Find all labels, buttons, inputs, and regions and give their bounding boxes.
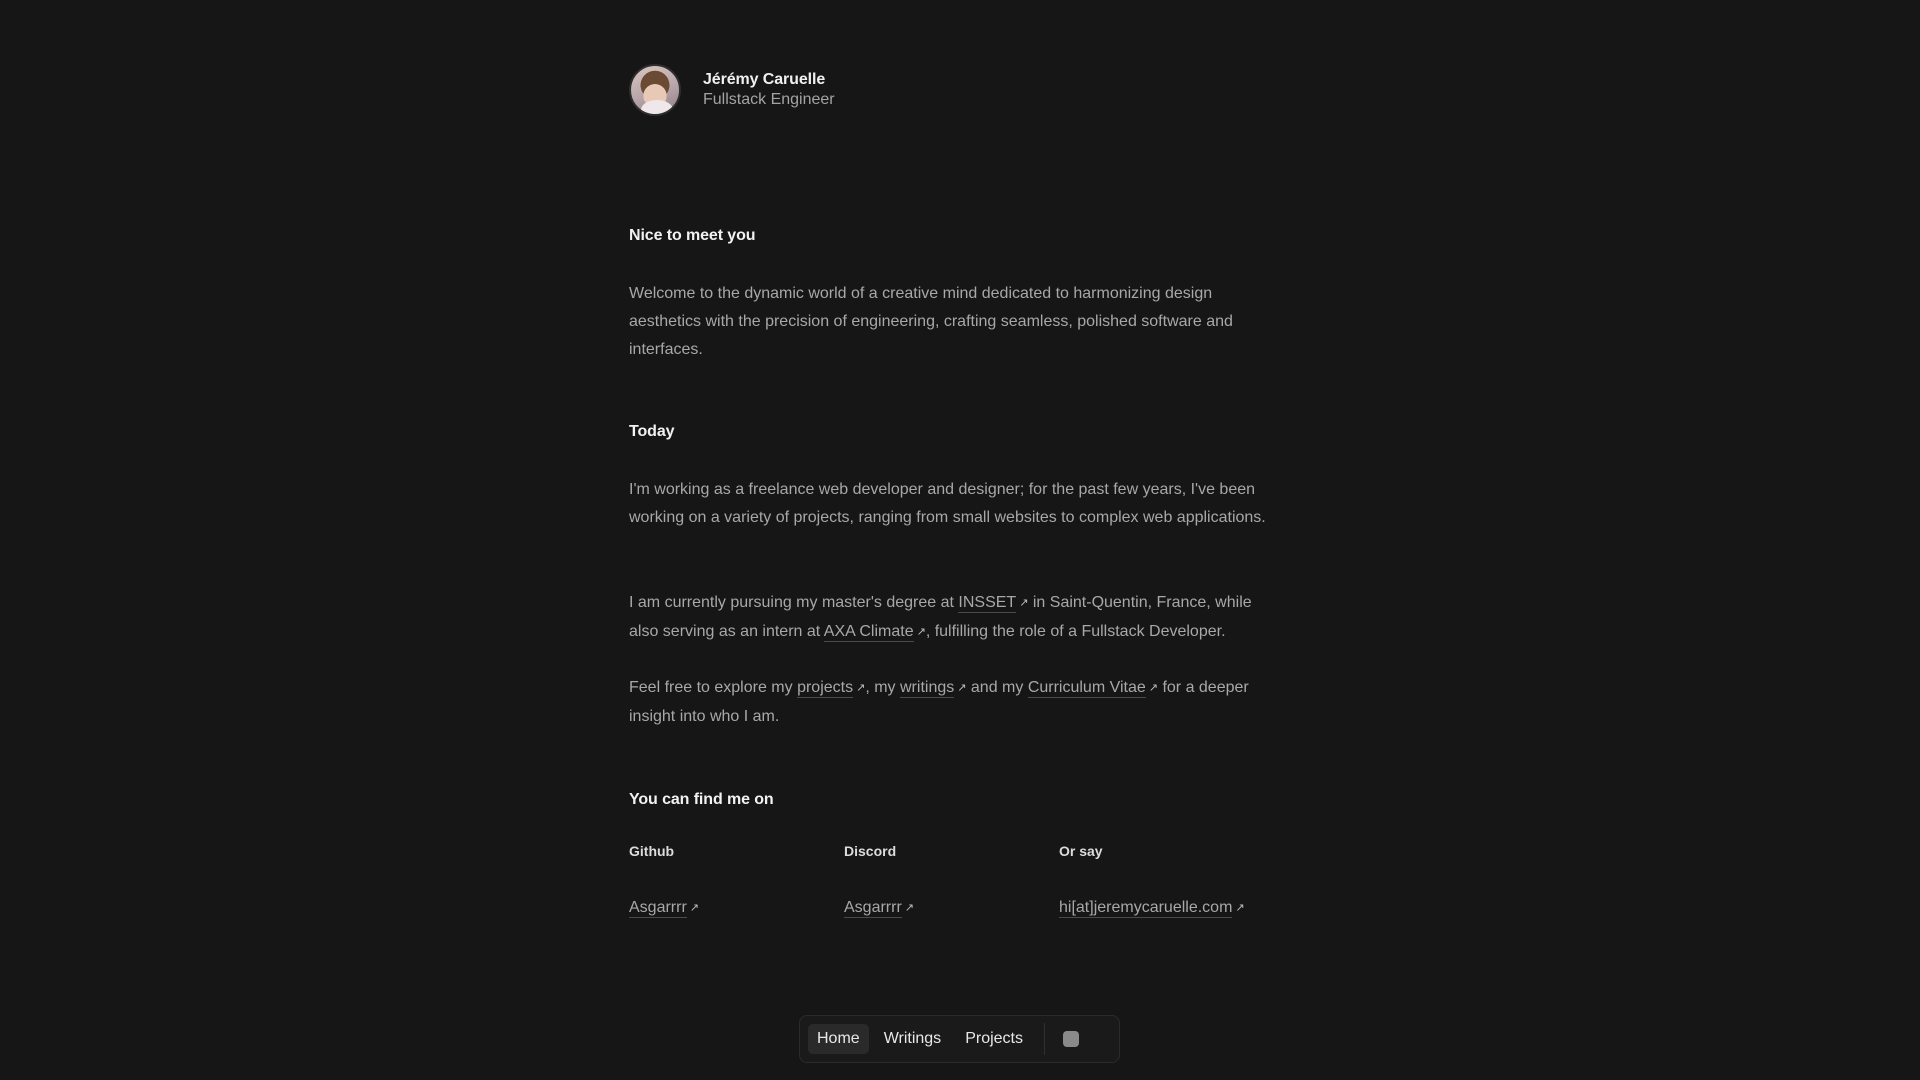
external-arrow-icon: ↗	[689, 902, 699, 914]
social-email: Or say hi[at]jeremycaruelle.com ↗	[1059, 843, 1274, 918]
profile-name: Jérémy Caruelle	[703, 71, 826, 88]
bottom-nav: Home Writings Projects	[799, 1015, 1120, 1063]
avatar	[629, 64, 681, 116]
insset-link[interactable]: INSSET	[958, 594, 1017, 613]
external-arrow-icon: ↗	[1235, 902, 1245, 914]
social-link-row: Asgarrrr ↗	[844, 899, 1059, 918]
external-arrow-icon: ↗	[856, 682, 866, 694]
nav-projects[interactable]: Projects	[956, 1024, 1032, 1054]
nav-writings[interactable]: Writings	[875, 1024, 951, 1054]
intro-heading: Nice to meet you	[629, 227, 756, 244]
social-label: Or say	[1059, 843, 1103, 859]
text-segment: I am currently pursuing my master's degr…	[629, 594, 959, 611]
projects-link[interactable]: projects	[797, 679, 854, 698]
curriculum-vitae-link[interactable]: Curriculum Vitae	[1027, 679, 1146, 698]
social-links: Github Asgarrrr ↗ Discord Asgarrrr ↗ Or sa…	[629, 843, 1277, 918]
nav-home[interactable]: Home	[808, 1024, 869, 1054]
social-github: Github Asgarrrr ↗	[629, 843, 844, 918]
nav-divider	[1043, 1023, 1045, 1055]
text-segment: Feel free to explore my	[629, 679, 798, 696]
external-arrow-icon: ↗	[1019, 597, 1029, 609]
external-arrow-icon: ↗	[957, 682, 967, 694]
social-link-row: Asgarrrr ↗	[629, 899, 844, 918]
find-me-heading: You can find me on	[629, 791, 774, 808]
text-segment: and my	[966, 679, 1028, 696]
profile-identity: Jérémy Caruelle Fullstack Engineer	[703, 70, 835, 110]
writings-link[interactable]: writings	[900, 679, 955, 698]
today-paragraph-2: I am currently pursuing my master's degr…	[629, 589, 1277, 647]
profile-role: Fullstack Engineer	[703, 91, 835, 108]
discord-link[interactable]: Asgarrrr	[844, 899, 902, 918]
text-segment: , fulfilling the role of a Fullstack Dev…	[925, 623, 1226, 640]
social-discord: Discord Asgarrrr ↗	[844, 843, 1059, 918]
external-arrow-icon: ↗	[1148, 682, 1158, 694]
theme-toggle-icon[interactable]	[1062, 1031, 1079, 1047]
email-link[interactable]: hi[at]jeremycaruelle.com	[1059, 899, 1233, 918]
social-label: Github	[629, 843, 675, 859]
intro-text: Welcome to the dynamic world of a creati…	[629, 285, 1233, 358]
today-heading: Today	[629, 423, 675, 440]
today-paragraph-3: Feel free to explore my projects ↗, my wr…	[629, 674, 1277, 731]
today-paragraph-1: I'm working as a freelance web developer…	[629, 481, 1266, 526]
page: Jérémy Caruelle Fullstack Engineer Nice …	[0, 0, 1920, 1080]
external-arrow-icon: ↗	[916, 626, 926, 638]
text-segment: , my	[865, 679, 900, 696]
social-label: Discord	[844, 843, 897, 859]
external-arrow-icon: ↗	[904, 902, 914, 914]
social-link-row: hi[at]jeremycaruelle.com ↗	[1059, 899, 1274, 918]
github-link[interactable]: Asgarrrr	[629, 899, 687, 918]
profile-header: Jérémy Caruelle Fullstack Engineer	[629, 64, 835, 116]
axa-climate-link[interactable]: AXA Climate	[823, 623, 914, 642]
